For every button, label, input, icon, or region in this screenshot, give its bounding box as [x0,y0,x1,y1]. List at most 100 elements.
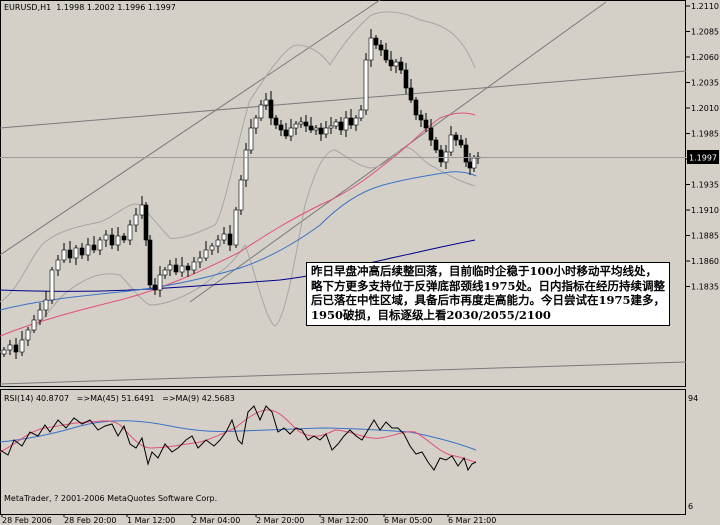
candle-body[interactable] [31,319,37,331]
candle-body[interactable] [179,265,185,273]
candle-body[interactable] [298,121,304,125]
candle-body[interactable] [323,127,329,135]
candle-body[interactable] [73,247,79,259]
candle-body[interactable] [418,114,424,121]
candle-body[interactable] [133,214,139,226]
candle-body[interactable] [423,119,429,129]
candle-body[interactable] [388,59,394,67]
candle-body[interactable] [25,329,31,341]
candle-body[interactable] [139,204,145,216]
rsi-tick-label: 6 [688,502,693,511]
candle-body[interactable] [143,204,149,241]
time-tick-label: 6 Mar 05:00 [384,516,432,525]
candle-body[interactable] [368,37,374,61]
candle-body[interactable] [378,44,384,51]
candle-body[interactable] [458,139,464,146]
chart-window[interactable]: 1.2110 1.2085 1.2060 1.2035 1.2010 1.1985 1.19… [0,0,720,525]
candle-body[interactable] [7,344,13,351]
candle-body[interactable] [338,121,344,131]
candle-body[interactable] [55,259,61,271]
candle-body[interactable] [278,124,284,131]
candle-body[interactable] [393,61,399,67]
candle-body[interactable] [79,247,85,256]
candle-body[interactable] [373,37,379,46]
candle-body[interactable] [463,144,469,163]
candle-body[interactable] [209,245,215,251]
candle-body[interactable] [428,127,434,141]
candle-body[interactable] [127,224,133,241]
candle-body[interactable] [109,234,115,246]
analysis-comment[interactable]: 昨日早盘冲高后续整回落，目前临时企稳于100小时移动平均线处，略下方更多支持位于… [306,262,670,326]
candle-body[interactable] [37,309,43,321]
candle-body[interactable] [203,249,209,259]
candle-body[interactable] [403,69,409,89]
candle-body[interactable] [191,261,197,271]
candle-body[interactable] [467,161,473,169]
price-tick-label: 1.1935 [691,181,719,190]
candle-body[interactable] [152,284,158,291]
price-tick-label: 1.2060 [691,53,719,62]
candle-body[interactable] [43,299,49,311]
candle-body[interactable] [303,121,309,127]
candle-body[interactable] [115,235,121,246]
candle-body[interactable] [147,239,153,286]
time-tick-label: 2 Mar 20:00 [256,516,304,525]
candle-body[interactable] [157,274,163,291]
candle-body[interactable] [121,235,127,241]
candle-body[interactable] [253,117,259,129]
candle-body[interactable] [313,127,319,131]
price-tick-label: 1.1985 [691,130,719,139]
candle-body[interactable] [268,99,274,119]
candle-body[interactable] [293,123,299,129]
candle-body[interactable] [283,129,289,137]
candle-body[interactable] [97,239,103,251]
candle-body[interactable] [173,264,179,273]
time-tick-label: 1 Mar 12:00 [127,516,175,525]
candle-body[interactable] [85,244,91,256]
candle-body[interactable] [363,59,369,111]
candle-body[interactable] [453,134,459,141]
candle-body[interactable] [61,249,67,261]
candle-body[interactable] [67,249,73,259]
candle-body[interactable] [358,109,364,119]
candle-body[interactable] [438,149,444,163]
candle-body[interactable] [288,127,294,137]
symbol-header: EURUSD,H1 1.1998 1.2002 1.1996 1.1997 [4,3,176,12]
candle-body[interactable] [413,99,419,116]
candle-body[interactable] [243,149,249,181]
candle-body[interactable] [353,117,359,126]
candle-body[interactable] [258,104,264,119]
candle-body[interactable] [233,209,239,246]
candle-body[interactable] [273,117,279,126]
candle-body[interactable] [185,265,191,271]
time-axis: 28 Feb 2006 28 Feb 20:00 1 Mar 12:00 2 Mar … [1,514,496,525]
candle-body[interactable] [227,233,233,246]
candle-body[interactable] [1,349,7,355]
candle-body[interactable] [13,344,19,353]
candle-body[interactable] [383,49,389,61]
candle-body[interactable] [103,234,109,241]
candle-body[interactable] [248,127,254,151]
candle-body[interactable] [433,139,439,151]
candle-body[interactable] [343,117,349,131]
candle-body[interactable] [471,157,477,169]
candle-body[interactable] [91,244,97,251]
candle-body[interactable] [19,339,25,353]
candle-body[interactable] [197,257,203,263]
candle-body[interactable] [238,179,244,211]
candle-body[interactable] [215,239,221,247]
candle-body[interactable] [162,269,168,276]
candle-body[interactable] [221,233,227,241]
candle-body[interactable] [348,117,354,126]
candle-body[interactable] [328,125,334,129]
candle-body[interactable] [408,87,414,101]
candle-body[interactable] [318,127,324,135]
candle-body[interactable] [448,134,454,153]
candle-body[interactable] [263,99,269,106]
time-tick-label: 28 Feb 20:00 [64,516,116,525]
candle-body[interactable] [167,264,173,271]
candle-body[interactable] [333,121,339,127]
candle-body[interactable] [398,61,404,71]
candle-body[interactable] [49,269,55,301]
candle-body[interactable] [308,125,314,131]
